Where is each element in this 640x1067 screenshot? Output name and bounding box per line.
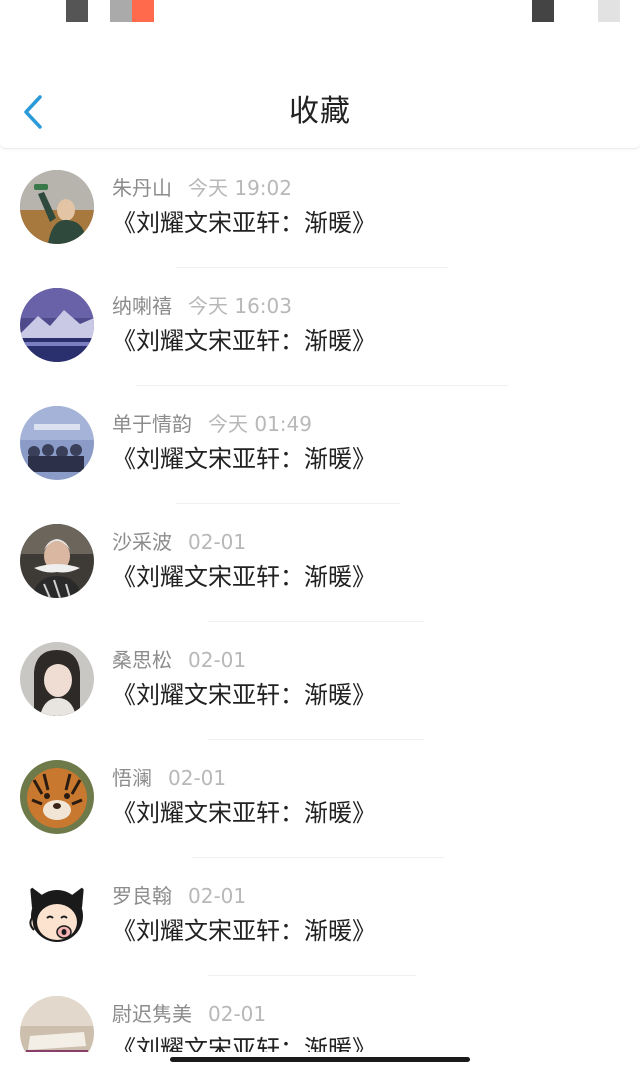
item-meta: 沙采波 02-01: [112, 528, 246, 556]
timestamp: 02-01: [208, 1002, 267, 1026]
book-title: 《刘耀文宋亚轩：渐暖》: [112, 563, 376, 591]
user-name: 尉迟隽美: [112, 1002, 192, 1026]
status-bar: [0, 0, 640, 30]
page-title: 收藏: [289, 94, 351, 129]
timestamp: 02-01: [188, 884, 247, 908]
avatar: [20, 760, 94, 834]
item-meta: 悟澜 02-01: [112, 764, 226, 792]
book-title: 《刘耀文宋亚轩：渐暖》: [112, 1035, 376, 1052]
item-meta: 朱丹山 今天 19:02: [112, 174, 292, 202]
avatar: [20, 642, 94, 716]
navigation-bar: 收藏: [0, 30, 640, 149]
favorite-item[interactable]: 桑思松 02-01 《刘耀文宋亚轩：渐暖》: [0, 622, 640, 740]
book-title: 《刘耀文宋亚轩：渐暖》: [112, 799, 376, 827]
avatar: [20, 996, 94, 1052]
item-meta: 桑思松 02-01: [112, 646, 246, 674]
book-title: 《刘耀文宋亚轩：渐暖》: [112, 917, 376, 945]
timestamp: 今天 01:49: [208, 412, 312, 436]
status-bar-block: [110, 0, 132, 22]
favorite-item[interactable]: 悟澜 02-01 《刘耀文宋亚轩：渐暖》: [0, 740, 640, 858]
user-name: 悟澜: [112, 766, 152, 790]
timestamp: 02-01: [188, 530, 247, 554]
item-meta: 尉迟隽美 02-01: [112, 1000, 266, 1028]
book-title: 《刘耀文宋亚轩：渐暖》: [112, 327, 376, 355]
user-name: 单于情韵: [112, 412, 192, 436]
favorite-item[interactable]: 单于情韵 今天 01:49 《刘耀文宋亚轩：渐暖》: [0, 386, 640, 504]
home-indicator[interactable]: [170, 1057, 470, 1062]
user-name: 朱丹山: [112, 176, 172, 200]
avatar: [20, 288, 94, 362]
favorite-item[interactable]: 朱丹山 今天 19:02 《刘耀文宋亚轩：渐暖》: [0, 150, 640, 268]
item-meta: 罗良翰 02-01: [112, 882, 246, 910]
status-bar-block: [132, 0, 154, 22]
book-title: 《刘耀文宋亚轩：渐暖》: [112, 445, 376, 473]
timestamp: 02-01: [168, 766, 227, 790]
user-name: 罗良翰: [112, 884, 172, 908]
book-title: 《刘耀文宋亚轩：渐暖》: [112, 209, 376, 237]
item-meta: 纳喇禧 今天 16:03: [112, 292, 292, 320]
favorite-item[interactable]: 尉迟隽美 02-01 《刘耀文宋亚轩：渐暖》: [0, 976, 640, 1052]
user-name: 纳喇禧: [112, 294, 172, 318]
book-title: 《刘耀文宋亚轩：渐暖》: [112, 681, 376, 709]
status-bar-block: [66, 0, 88, 22]
user-name: 沙采波: [112, 530, 172, 554]
status-bar-block: [532, 0, 554, 22]
avatar: [20, 524, 94, 598]
favorite-item[interactable]: 纳喇禧 今天 16:03 《刘耀文宋亚轩：渐暖》: [0, 268, 640, 386]
favorite-item[interactable]: 罗良翰 02-01 《刘耀文宋亚轩：渐暖》: [0, 858, 640, 976]
avatar: [20, 170, 94, 244]
avatar: [20, 406, 94, 480]
item-meta: 单于情韵 今天 01:49: [112, 410, 312, 438]
favorite-item[interactable]: 沙采波 02-01 《刘耀文宋亚轩：渐暖》: [0, 504, 640, 622]
timestamp: 今天 19:02: [188, 176, 292, 200]
favorites-list: 朱丹山 今天 19:02 《刘耀文宋亚轩：渐暖》 纳喇禧 今天 16:03 《刘耀文…: [0, 150, 640, 1052]
status-bar-block: [598, 0, 620, 22]
avatar: [20, 878, 94, 952]
user-name: 桑思松: [112, 648, 172, 672]
timestamp: 今天 16:03: [188, 294, 292, 318]
timestamp: 02-01: [188, 648, 247, 672]
